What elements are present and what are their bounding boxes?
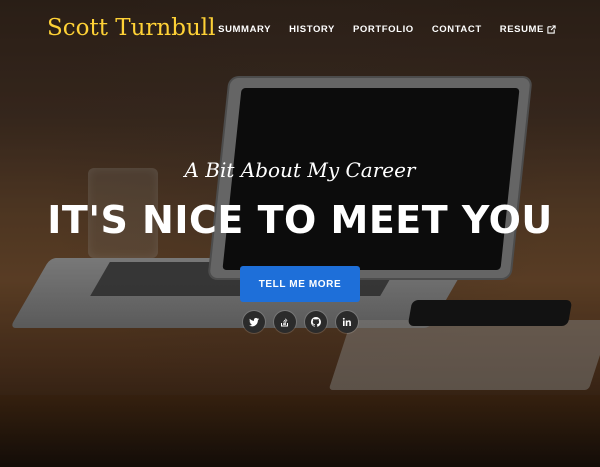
nav-contact[interactable]: CONTACT bbox=[432, 24, 482, 35]
nav-resume-label: RESUME bbox=[499, 24, 544, 35]
hero-heading: IT'S NICE TO MEET YOU bbox=[47, 198, 553, 242]
tell-me-more-button[interactable]: TELL ME MORE bbox=[240, 266, 360, 302]
github-icon bbox=[310, 316, 321, 327]
nav-history[interactable]: HISTORY bbox=[289, 24, 335, 35]
nav-portfolio[interactable]: PORTFOLIO bbox=[353, 24, 414, 35]
linkedin-link[interactable] bbox=[335, 311, 358, 333]
nav-summary[interactable]: SUMMARY bbox=[218, 24, 271, 35]
twitter-icon bbox=[248, 317, 259, 327]
main-nav: SUMMARY HISTORY PORTFOLIO CONTACT RESUME bbox=[218, 24, 556, 35]
social-links bbox=[0, 311, 600, 333]
hero-subheading: A Bit About My Career bbox=[184, 158, 416, 182]
twitter-link[interactable] bbox=[242, 311, 265, 333]
stack-overflow-icon bbox=[280, 318, 288, 327]
linkedin-icon bbox=[342, 317, 351, 326]
stack-overflow-link[interactable] bbox=[273, 311, 296, 333]
brand-logo[interactable]: Scott Turnbull bbox=[47, 15, 216, 41]
external-link-icon bbox=[547, 25, 556, 34]
github-link[interactable] bbox=[304, 311, 327, 333]
nav-resume[interactable]: RESUME bbox=[500, 24, 556, 35]
